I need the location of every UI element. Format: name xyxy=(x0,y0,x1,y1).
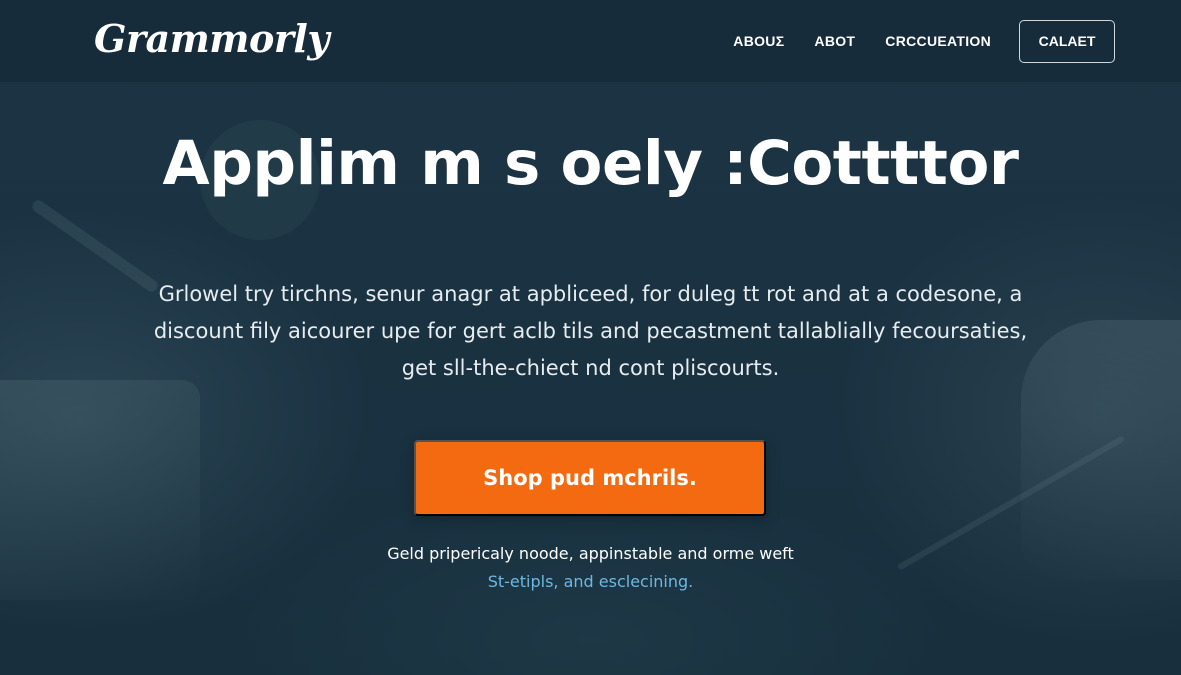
site-header: Grammorly ABOUΣ ABOT CRCCUEATION CALAET xyxy=(0,0,1181,82)
nav-link-about[interactable]: ABOUΣ xyxy=(733,33,784,49)
shop-button[interactable]: Shop pud mchrils. xyxy=(414,440,766,516)
hero-description-line: Grlowel try tirchns, senur anagr at apbl… xyxy=(158,282,1023,306)
footer-note: Geld pripericaly noode, appinstable and … xyxy=(387,544,794,563)
hero-description-line: get sll-the-chiect nd cont pliscourts. xyxy=(401,356,780,380)
main-nav: ABOUΣ ABOT CRCCUEATION CALAET xyxy=(703,19,1115,63)
background-machine xyxy=(0,380,200,600)
nav-link-creation[interactable]: CRCCUEATION xyxy=(885,33,991,49)
hero-description: Grlowel try tirchns, senur anagr at apbl… xyxy=(140,276,1041,387)
nav-link-abot[interactable]: ABOT xyxy=(814,33,855,49)
brand-logo[interactable]: Grammorly xyxy=(94,16,329,61)
header-cta-button[interactable]: CALAET xyxy=(1019,19,1115,63)
hero-description-line: discount fily aicourer upe for gert aclb… xyxy=(153,319,1028,343)
footer-link-row: St-etipls, and esclecining. xyxy=(0,572,1181,591)
footer-link[interactable]: St-etipls, and esclecining. xyxy=(488,572,694,591)
hero-title: Applim m s oely :Cottttor xyxy=(162,128,1019,199)
